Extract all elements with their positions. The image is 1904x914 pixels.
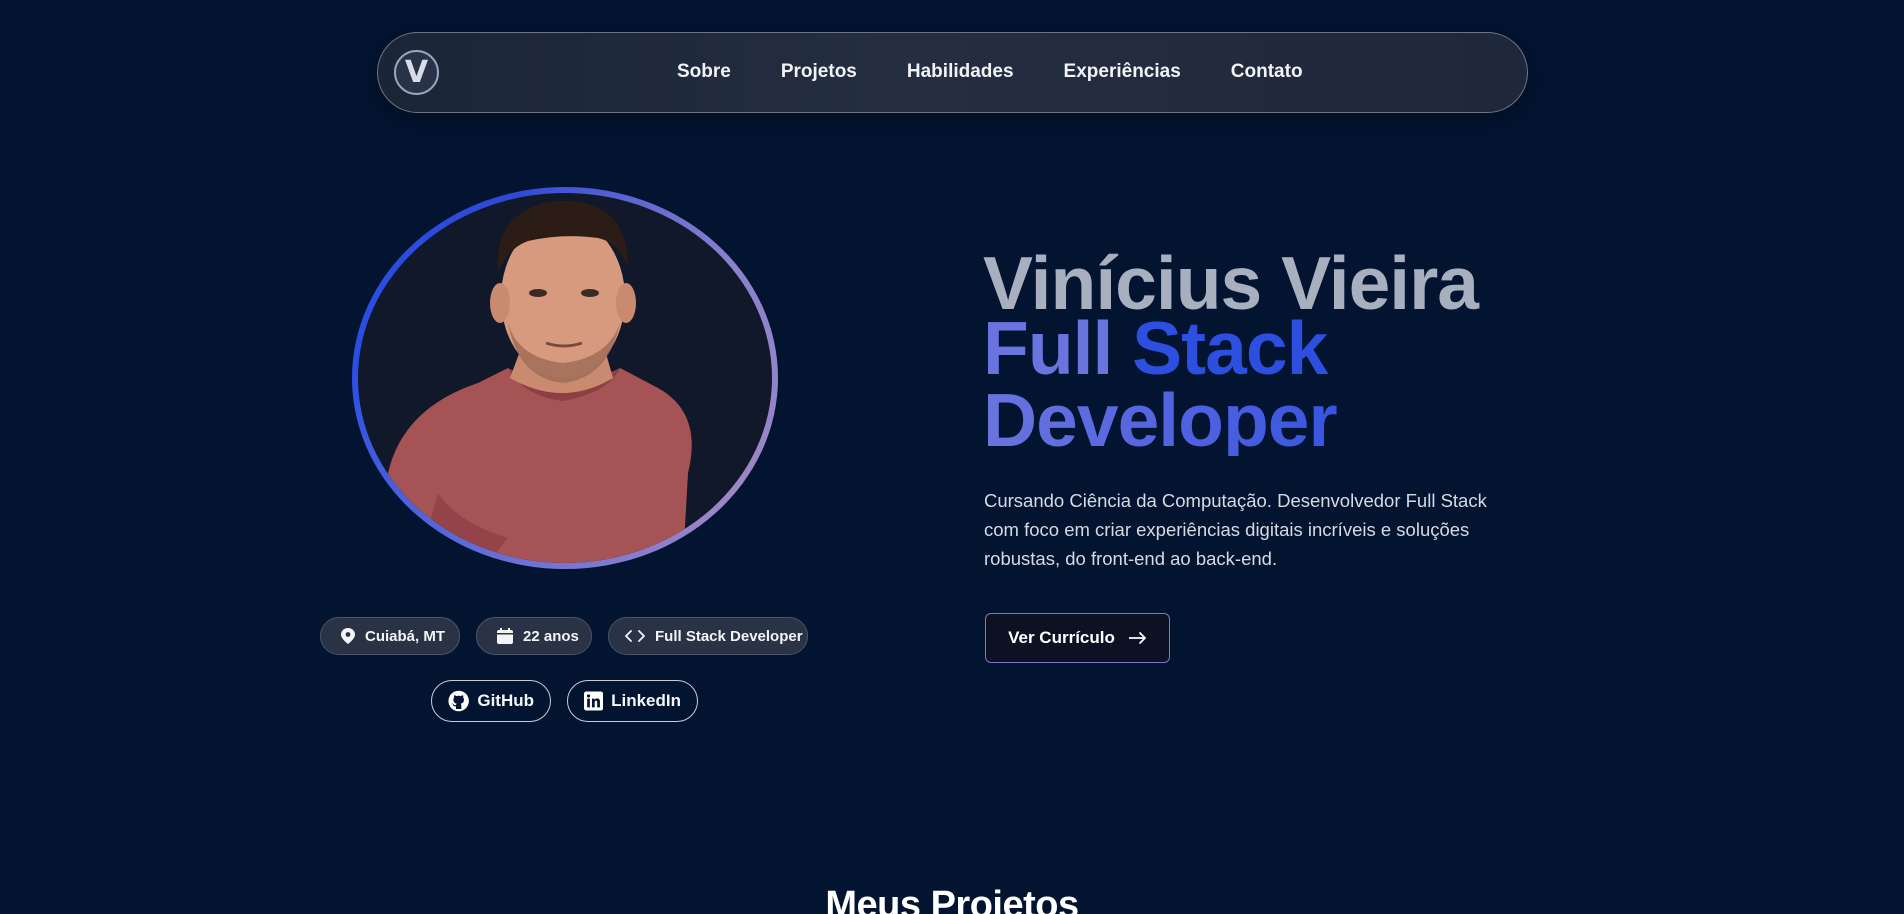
top-navbar: V Sobre Projetos Habilidades Experiência… [377,32,1528,113]
nav-link-experiencias[interactable]: Experiências [1039,61,1206,83]
nav-link-habilidades[interactable]: Habilidades [882,61,1039,83]
github-button[interactable]: GitHub [431,680,551,722]
hero-description: Cursando Ciência da Computação. Desenvol… [984,490,1487,569]
linkedin-button[interactable]: LinkedIn [567,680,698,722]
profile-photo [358,193,772,563]
view-resume-label: Ver Currículo [1008,628,1115,647]
role-chip: Full Stack Developer [608,617,808,655]
projects-section-title: Meus Projetos [825,884,1079,914]
nav-link-contato[interactable]: Contato [1206,61,1328,83]
role-text: Full Stack Developer [655,627,803,645]
logo-letter: V [404,54,429,90]
hero-role: Full Stack Developer [983,311,1583,456]
calendar-icon [497,628,513,644]
code-icon [625,630,645,642]
github-label: GitHub [477,691,534,710]
view-resume-button[interactable]: Ver Currículo [985,613,1170,663]
linkedin-icon [584,691,604,711]
location-chip: Cuiabá, MT [320,617,460,655]
hero-role-line-1: Full Stack [983,311,1583,386]
portfolio-page: V Sobre Projetos Habilidades Experiência… [0,0,1904,914]
nav-link-projetos[interactable]: Projetos [756,61,882,83]
age-chip: 22 anos [476,617,592,655]
github-icon [448,690,469,712]
arrow-right-icon [1128,632,1146,644]
nav-link-sobre[interactable]: Sobre [652,61,756,83]
hero-role-line-2: Developer [983,384,1583,456]
nav-links: Sobre Projetos Habilidades Experiências … [652,33,1328,111]
linkedin-label: LinkedIn [611,691,681,710]
logo[interactable]: V [394,50,439,95]
location-text: Cuiabá, MT [365,627,446,645]
age-text: 22 anos [523,627,579,645]
profile-photo-frame [352,187,778,569]
hero-role-word-developer: Developer [983,378,1337,462]
map-pin-icon [341,628,355,644]
